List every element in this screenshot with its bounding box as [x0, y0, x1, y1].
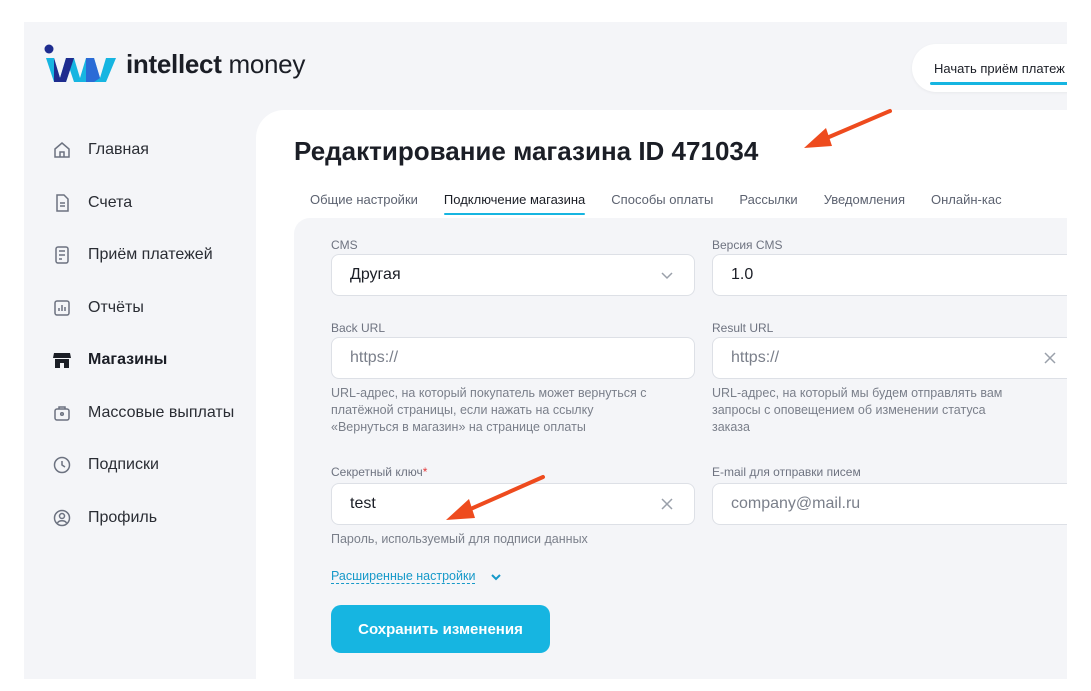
sidebar: Главная Счета Приём платежей Отчёты Мага…	[24, 124, 256, 544]
sidebar-item-stores[interactable]: Магазины	[24, 334, 256, 387]
chevron-down-icon	[658, 266, 676, 284]
tab-general-settings[interactable]: Общие настройки	[310, 192, 418, 215]
back-url-input[interactable]: https://	[331, 337, 695, 379]
chevron-down-icon[interactable]	[490, 571, 502, 583]
email-placeholder: company@mail.ru	[731, 495, 861, 512]
tab-mailings[interactable]: Рассылки	[739, 192, 797, 215]
store-connection-form: CMS Другая Версия CMS 1.0 Back URL https…	[294, 218, 1067, 679]
sidebar-item-subscriptions[interactable]: Подписки	[24, 439, 256, 492]
sidebar-item-label: Главная	[88, 141, 149, 159]
wallet-icon	[52, 403, 72, 423]
clear-icon[interactable]	[1041, 349, 1059, 367]
result-url-input[interactable]: https://	[712, 337, 1067, 379]
cta-underline	[930, 82, 1067, 85]
document-icon	[52, 193, 72, 213]
store-icon	[52, 350, 72, 370]
cms-label: CMS	[331, 238, 358, 252]
cms-version-value: 1.0	[731, 266, 754, 283]
page-title: Редактирование магазина ID 471034	[294, 136, 759, 166]
sidebar-item-label: Профиль	[88, 508, 158, 526]
sidebar-item-label: Массовые выплаты	[88, 403, 235, 421]
sidebar-item-mass-payouts[interactable]: Массовые выплаты	[24, 387, 256, 440]
back-url-hint: URL-адрес, на который покупатель может в…	[331, 386, 647, 434]
app-window: intellect money Начать приём платеж Глав…	[24, 22, 1067, 679]
sidebar-item-label: Подписки	[88, 456, 159, 474]
clear-icon[interactable]	[658, 495, 676, 513]
result-url-label: Result URL	[712, 321, 774, 335]
logo-text: intellect money	[126, 48, 306, 79]
home-icon	[52, 140, 72, 160]
secret-key-input[interactable]: test	[331, 483, 695, 525]
secret-key-value: test	[350, 495, 376, 512]
cms-select[interactable]: Другая	[331, 254, 695, 296]
tab-notifications[interactable]: Уведомления	[824, 192, 905, 215]
cms-version-input[interactable]: 1.0	[712, 254, 1067, 296]
sidebar-item-label: Счета	[88, 193, 133, 211]
main-content: Редактирование магазина ID 471034 Общие …	[256, 110, 1067, 679]
email-label: E-mail для отправки писем	[712, 465, 861, 479]
sidebar-item-profile[interactable]: Профиль	[24, 492, 256, 545]
sidebar-item-invoices[interactable]: Счета	[24, 177, 256, 230]
back-url-label: Back URL	[331, 321, 386, 335]
tab-payment-methods[interactable]: Способы оплаты	[611, 192, 713, 215]
email-input[interactable]: company@mail.ru	[712, 483, 1067, 525]
sidebar-item-label: Магазины	[88, 351, 168, 369]
result-url-hint: URL-адрес, на который мы будем отправлят…	[712, 386, 1003, 434]
tab-store-connection[interactable]: Подключение магазина	[443, 192, 586, 215]
sidebar-item-label: Приём платежей	[88, 246, 213, 264]
tab-online-cashbox[interactable]: Онлайн-кас	[931, 192, 1002, 215]
intellectmoney-logo-icon	[44, 44, 116, 82]
user-icon	[52, 508, 72, 528]
logo[interactable]: intellect money	[44, 44, 305, 84]
clock-icon	[52, 455, 72, 475]
secret-key-label: Секретный ключ*	[331, 465, 428, 479]
sidebar-item-home[interactable]: Главная	[24, 124, 256, 177]
sidebar-item-reports[interactable]: Отчёты	[24, 282, 256, 335]
tab-bar: Общие настройки Подключение магазина Спо…	[310, 192, 1028, 215]
result-url-placeholder: https://	[731, 349, 780, 366]
advanced-settings-link[interactable]: Расширенные настройки	[331, 569, 476, 584]
save-changes-button[interactable]: Сохранить изменения	[331, 605, 550, 653]
terminal-icon	[52, 245, 72, 265]
back-url-placeholder: https://	[350, 349, 399, 366]
sidebar-item-label: Отчёты	[88, 298, 144, 316]
secret-key-hint: Пароль, используемый для подписи данных	[331, 532, 588, 546]
sidebar-item-payments[interactable]: Приём платежей	[24, 229, 256, 282]
chart-icon	[52, 298, 72, 318]
cms-version-label: Версия CMS	[712, 238, 783, 252]
cms-select-value: Другая	[350, 266, 401, 283]
required-mark: *	[422, 465, 428, 479]
